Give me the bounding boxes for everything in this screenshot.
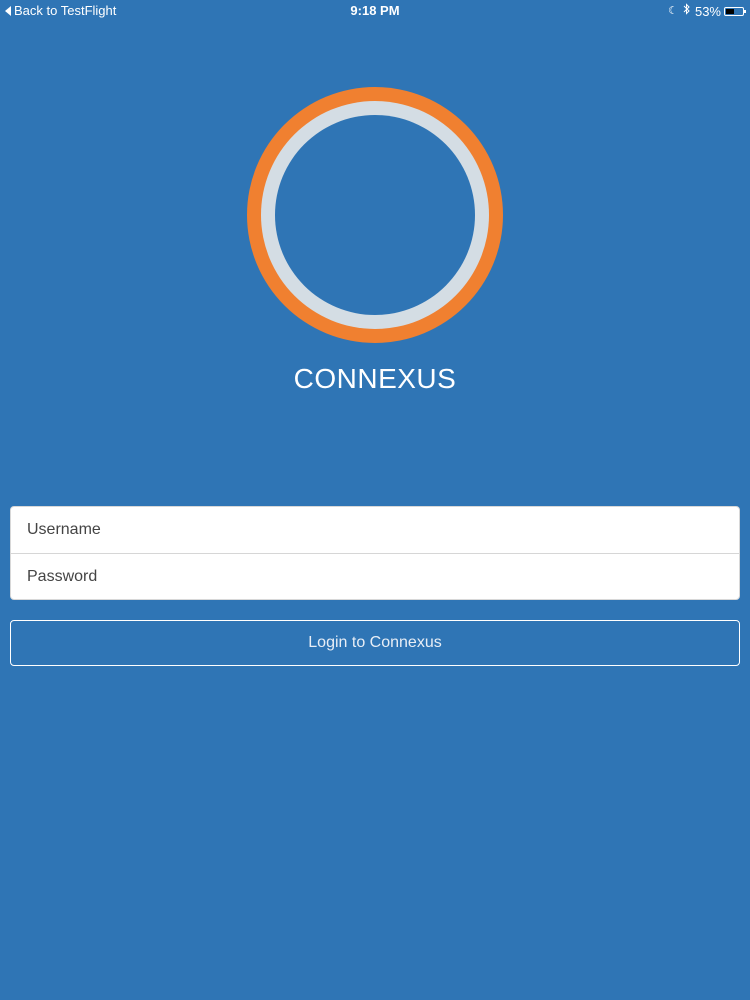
app-logo-ring bbox=[247, 87, 503, 343]
battery-icon bbox=[724, 6, 746, 16]
password-field[interactable] bbox=[11, 554, 739, 599]
moon-icon: ☾ bbox=[668, 4, 678, 17]
status-time: 9:18 PM bbox=[350, 3, 400, 18]
username-field[interactable] bbox=[11, 507, 739, 553]
battery-level-fill bbox=[726, 8, 734, 14]
app-title: CONNEXUS bbox=[293, 363, 457, 394]
login-form bbox=[10, 506, 740, 600]
logo-center bbox=[275, 115, 475, 315]
status-bar: Back to TestFlight 9:18 PM ☾ 53% bbox=[0, 0, 750, 20]
battery-percent: 53% bbox=[694, 3, 721, 19]
bluetooth-icon bbox=[683, 3, 690, 19]
status-indicators: ☾ 53% bbox=[668, 3, 746, 19]
login-button[interactable]: Login to Connexus bbox=[10, 620, 740, 666]
